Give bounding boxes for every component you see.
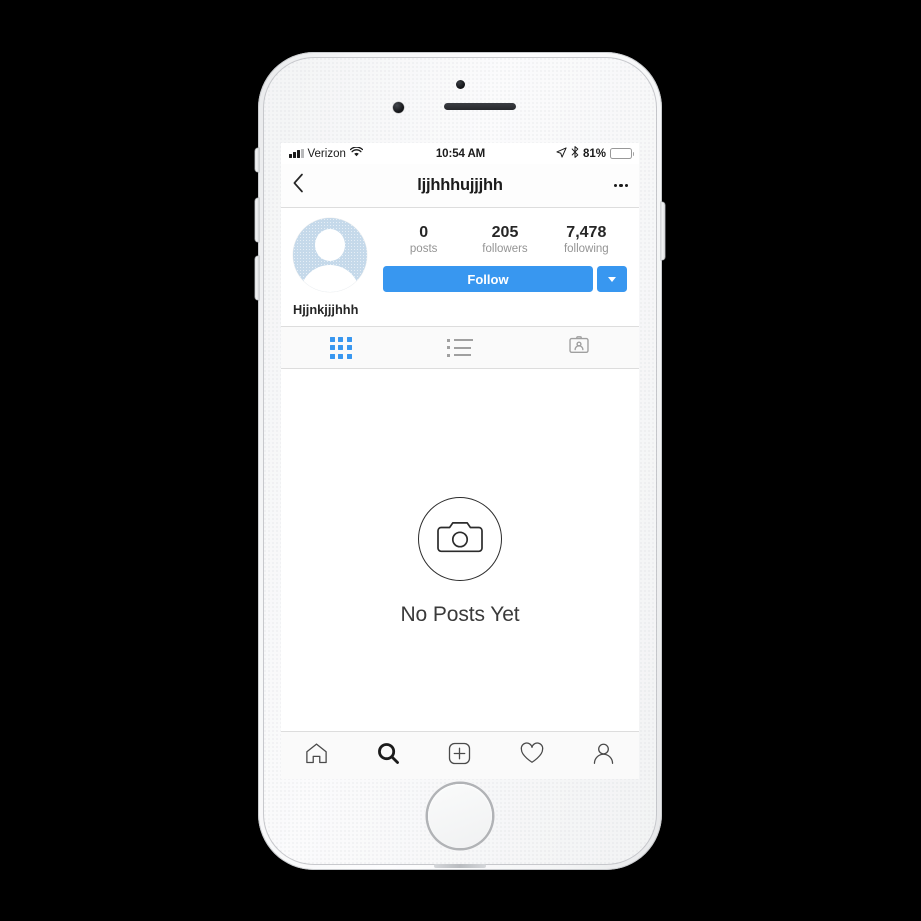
profile-full-name: Hjjnkjjjhhh [293,302,359,317]
follow-button[interactable]: Follow [383,266,593,292]
status-bar-time: 10:54 AM [435,147,486,160]
tabbar-home[interactable] [281,741,353,771]
stat-followers-value: 205 [491,224,519,241]
bluetooth-icon [571,146,579,161]
camera-icon [437,517,483,560]
carrier-label: Verizon [307,147,346,160]
stat-followers[interactable]: 205 followers [464,223,545,257]
bottom-tab-bar [281,731,639,779]
stat-posts-label: posts [409,243,438,255]
search-icon [376,741,401,771]
status-bar-right: 81% [485,146,635,161]
profile-top-row: 0 posts 205 followers 7,478 following Fo… [293,218,627,292]
earpiece-speaker [444,103,516,110]
stat-following-value: 7,478 [566,224,607,241]
proximity-sensor-icon [455,80,465,89]
back-button[interactable] [292,173,320,198]
silent-switch[interactable] [255,148,259,172]
plus-box-icon [447,741,472,771]
tab-tagged[interactable] [520,327,639,368]
screenshot-canvas: Verizon 10:54 AM 81% ljjhhhujjjhh 0 post… [0,0,921,921]
volume-up-button[interactable] [255,198,259,242]
power-button[interactable] [661,202,665,260]
tab-list[interactable] [400,327,519,368]
profile-details: 0 posts 205 followers 7,478 following Fo… [367,218,627,292]
camera-icon-circle [418,496,502,581]
status-bar-left: Verizon [289,146,436,160]
tabbar-activity[interactable] [496,741,568,771]
wifi-icon [349,146,364,160]
phone-screen: Verizon 10:54 AM 81% ljjhhhujjjhh 0 post… [281,143,639,779]
list-icon [447,338,473,357]
stat-following[interactable]: 7,478 following [546,223,627,257]
profile-actions: Follow [383,266,627,292]
home-button[interactable] [428,784,492,848]
stat-posts-value: 0 [419,224,429,241]
stat-posts[interactable]: 0 posts [383,223,464,257]
stat-following-label: following [563,243,609,255]
default-avatar-icon [300,265,360,292]
page-title: ljjhhhujjjhh [417,176,503,194]
signal-bars-icon [289,148,304,158]
app-nav-bar: ljjhhhujjjhh [281,164,639,208]
battery-percent-label: 81% [582,147,607,160]
tagged-person-icon [568,334,590,361]
caret-down-icon [608,276,616,282]
tabbar-add-post[interactable] [424,741,496,771]
chevron-left-icon [292,173,305,198]
battery-icon [610,148,635,159]
default-avatar-icon [315,229,345,262]
ellipsis-icon [619,183,623,188]
ellipsis-icon [614,183,618,188]
profile-stats: 0 posts 205 followers 7,478 following [383,218,627,257]
more-options-button[interactable] [600,183,628,188]
profile-tab-strip [281,327,639,369]
profile-dropdown-button[interactable] [597,266,627,292]
phone-device-frame: Verizon 10:54 AM 81% ljjhhhujjjhh 0 post… [255,52,665,870]
bottom-antenna-line [434,864,486,868]
person-icon [591,741,616,771]
front-camera-icon [393,102,404,113]
ellipsis-icon [624,183,628,188]
heart-icon [519,741,545,771]
avatar[interactable] [293,218,367,292]
tab-grid[interactable] [281,327,400,368]
grid-icon [329,336,352,359]
tabbar-profile[interactable] [567,741,639,771]
status-bar: Verizon 10:54 AM 81% [281,143,639,164]
profile-header: 0 posts 205 followers 7,478 following Fo… [281,208,639,327]
stat-followers-label: followers [482,243,528,255]
location-arrow-icon [556,146,567,161]
tabbar-search[interactable] [353,741,425,771]
empty-state: No Posts Yet [281,369,639,754]
volume-down-button[interactable] [255,256,259,300]
empty-state-text: No Posts Yet [400,602,520,626]
home-icon [304,741,329,771]
